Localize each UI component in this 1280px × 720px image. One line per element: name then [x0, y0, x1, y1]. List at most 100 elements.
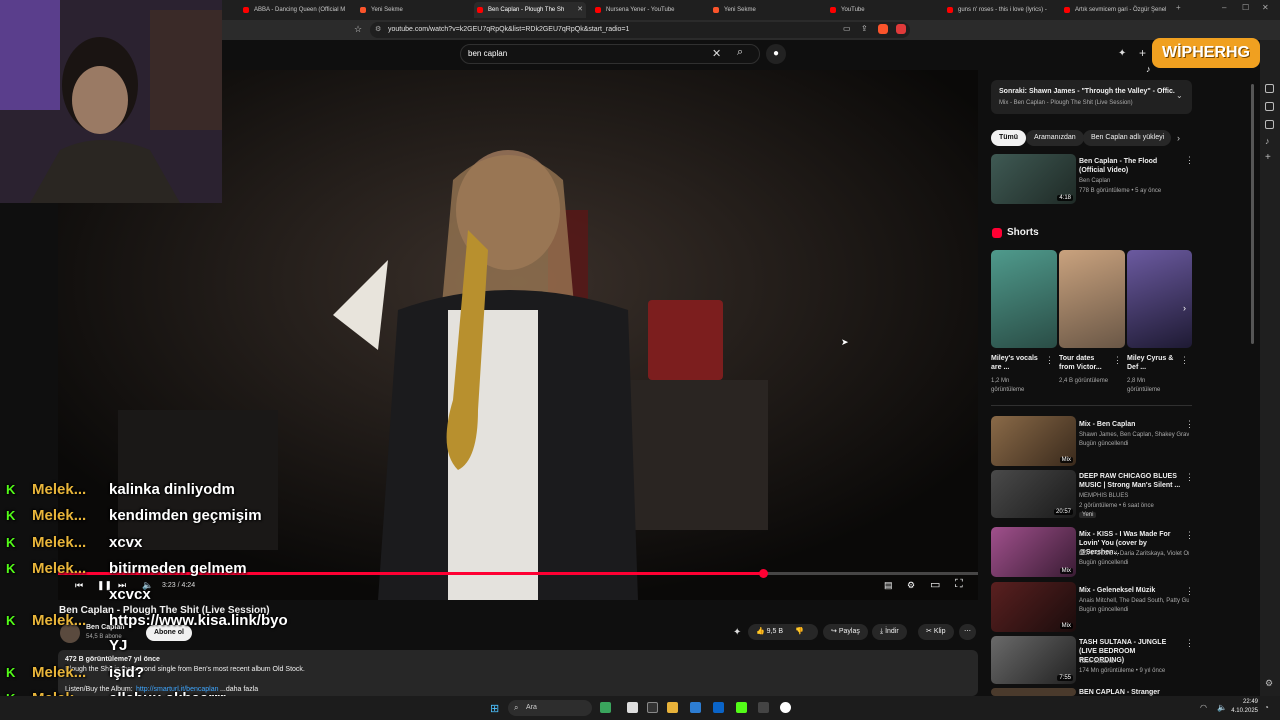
browser-tab[interactable]: guns n' roses - this i love (lyrics) -	[944, 2, 1052, 18]
brave-shield-icon[interactable]	[878, 24, 888, 34]
previous-icon[interactable]: ⏮	[75, 580, 83, 591]
notification-icon[interactable]: ◔	[1264, 703, 1269, 712]
video-thumbnail[interactable]: Mix	[991, 527, 1076, 577]
chip-all[interactable]: Tümü	[991, 130, 1027, 146]
rec-channel[interactable]: NOAPOLOGY, Daria Zaritskaya, Violet Orl.…	[1079, 550, 1189, 559]
rec-video-title[interactable]: DEEP RAW CHICAGO BLUES MUSIC | Strong Ma…	[1079, 472, 1181, 490]
chat-text: kendimden geçmişim	[109, 507, 262, 524]
mail-icon[interactable]	[713, 702, 724, 713]
short-title[interactable]: Miley's vocals are ...	[991, 354, 1041, 372]
thumbs-down-icon[interactable]: 👎	[795, 628, 804, 635]
brave-rewards-icon[interactable]	[896, 24, 906, 34]
chevron-down-icon[interactable]: ⌄	[1176, 91, 1183, 100]
more-vert-icon[interactable]: ⋮	[1045, 355, 1054, 366]
rec-video-title[interactable]: BEN CAPLAN - Stranger	[1079, 688, 1181, 696]
close-icon[interactable]: ✕	[577, 2, 583, 18]
browser-tab[interactable]: YouTube	[827, 2, 935, 18]
rec-video-title[interactable]: Mix - Ben Caplan	[1079, 420, 1181, 429]
tab-label: Nursena Yener - YouTube	[606, 7, 675, 13]
minimize-icon[interactable]: –	[1222, 3, 1226, 12]
rec-video-title[interactable]: Ben Caplan - The Flood (Official Video)	[1079, 157, 1181, 175]
download-button[interactable]: ⤓ İndir	[872, 624, 907, 640]
chevron-right-icon[interactable]: ›	[1177, 133, 1180, 143]
add-icon[interactable]: +	[1265, 152, 1271, 163]
voice-search-button[interactable]: ●	[766, 44, 786, 64]
wifi-icon[interactable]: ◠	[1200, 703, 1207, 712]
taskbar-search[interactable]: ⌕ Ara	[508, 700, 592, 716]
more-vert-icon[interactable]: ⋮	[1185, 586, 1194, 597]
short-title[interactable]: Tour dates from Victor...	[1059, 354, 1111, 372]
short-thumbnail[interactable]	[1127, 250, 1192, 348]
create-icon[interactable]: +	[1139, 46, 1146, 60]
video-thumbnail[interactable]	[991, 688, 1076, 696]
sparkle-icon[interactable]: ✦	[733, 627, 741, 638]
short-thumbnail[interactable]	[991, 250, 1057, 348]
rec-channel[interactable]: Tash Sultana	[1079, 658, 1114, 667]
widgets-icon[interactable]	[600, 702, 611, 713]
rec-channel[interactable]: Ben Caplan	[1079, 177, 1110, 186]
share-button[interactable]: ↪ Paylaş	[823, 624, 868, 640]
bookmark-icon[interactable]: ☆	[354, 24, 362, 35]
cast-icon[interactable]: ▭	[843, 24, 851, 33]
more-vert-icon[interactable]: ⋮	[1180, 355, 1189, 366]
video-thumbnail[interactable]: 7:55	[991, 636, 1076, 684]
more-vert-icon[interactable]: ⋮	[1185, 530, 1194, 541]
search-icon[interactable]: ⌕	[737, 46, 743, 59]
theater-mode-icon[interactable]: ▭	[930, 578, 940, 591]
short-thumbnail[interactable]	[1059, 250, 1125, 348]
clear-search-icon[interactable]: ✕	[712, 47, 721, 60]
more-vert-icon[interactable]: ⋮	[1185, 419, 1194, 430]
more-vert-icon[interactable]: ⋮	[1185, 472, 1194, 483]
maximize-icon[interactable]: ☐	[1242, 3, 1249, 12]
windows-start-icon[interactable]: ⊞	[490, 702, 499, 715]
rec-channel[interactable]: MEMPHIS BLUES	[1079, 492, 1128, 501]
chip-uploader[interactable]: Ben Caplan adlı yükleyi	[1083, 130, 1171, 146]
scrollbar-thumb[interactable]	[1251, 84, 1254, 344]
browser-tab[interactable]: Artık sevmicem gari - Özgür Şenel	[1061, 2, 1169, 18]
share-icon[interactable]: ⇪	[861, 24, 868, 33]
new-tab-icon[interactable]: +	[1176, 3, 1181, 12]
video-thumbnail[interactable]: Mix	[991, 582, 1076, 632]
subtitles-icon[interactable]: ▤	[884, 580, 893, 591]
browser-tab[interactable]: Yeni Sekme	[357, 2, 465, 18]
browser-tab[interactable]: ABBA - Dancing Queen (Official M	[240, 2, 348, 18]
obs-icon[interactable]	[780, 702, 791, 713]
video-thumbnail[interactable]: 4:18	[991, 154, 1076, 204]
url-field[interactable]: ⚙ youtube.com/watch?v=k2GEU7qRpQk&list=R…	[370, 22, 910, 38]
gear-icon[interactable]: ⚙	[1265, 678, 1273, 689]
extension-icon[interactable]	[1265, 120, 1274, 129]
clip-button[interactable]: ✂ Klip	[918, 624, 954, 640]
like-button[interactable]: 👍 9,5 B 👎	[748, 624, 818, 640]
chip-from-search[interactable]: Aramanızdan	[1026, 130, 1084, 146]
extension-icon[interactable]	[1265, 84, 1274, 93]
more-vert-icon[interactable]: ⋮	[1113, 355, 1122, 366]
progress-scrubber[interactable]	[758, 569, 768, 578]
settings-icon[interactable]: ✦	[1118, 48, 1126, 59]
autoplay-next-card[interactable]: Sonraki: Shawn James - "Through the Vall…	[991, 80, 1192, 114]
close-window-icon[interactable]: ✕	[1262, 3, 1269, 12]
short-title[interactable]: Miley Cyrus & Def ...	[1127, 354, 1179, 372]
kick-app-icon[interactable]	[736, 702, 747, 713]
rec-channel[interactable]: Shawn James, Ben Caplan, Shakey Grav...	[1079, 431, 1189, 440]
video-thumbnail[interactable]: 20:57	[991, 470, 1076, 518]
store-icon[interactable]	[690, 702, 701, 713]
browser-tab[interactable]: Yeni Sekme	[710, 2, 818, 18]
rec-video-title[interactable]: Mix - Geleneksel Müzik	[1079, 586, 1181, 595]
more-vert-icon[interactable]: ⋮	[1185, 638, 1194, 649]
chevron-right-icon[interactable]: ›	[1183, 303, 1186, 313]
folder-icon[interactable]	[667, 702, 678, 713]
settings-gear-icon[interactable]: ⚙	[907, 580, 915, 591]
more-vert-icon[interactable]: ⋮	[1185, 155, 1194, 166]
app-icon[interactable]	[647, 702, 658, 713]
more-actions-button[interactable]: ⋯	[959, 624, 976, 640]
file-icon[interactable]	[627, 702, 638, 713]
music-icon[interactable]: ♪	[1265, 136, 1270, 146]
site-info-icon[interactable]: ⚙	[375, 22, 381, 38]
browser-tab-active[interactable]: Ben Caplan - Plough The Sh ✕	[474, 2, 586, 18]
app-icon[interactable]	[758, 702, 769, 713]
video-thumbnail[interactable]: Mix	[991, 416, 1076, 466]
extension-icon[interactable]	[1265, 102, 1274, 111]
browser-tab[interactable]: Nursena Yener - YouTube	[592, 2, 700, 18]
fullscreen-icon[interactable]: ⛶	[955, 578, 963, 591]
rec-channel[interactable]: Anais Mitchell, The Dead South, Patty Gu…	[1079, 597, 1189, 606]
